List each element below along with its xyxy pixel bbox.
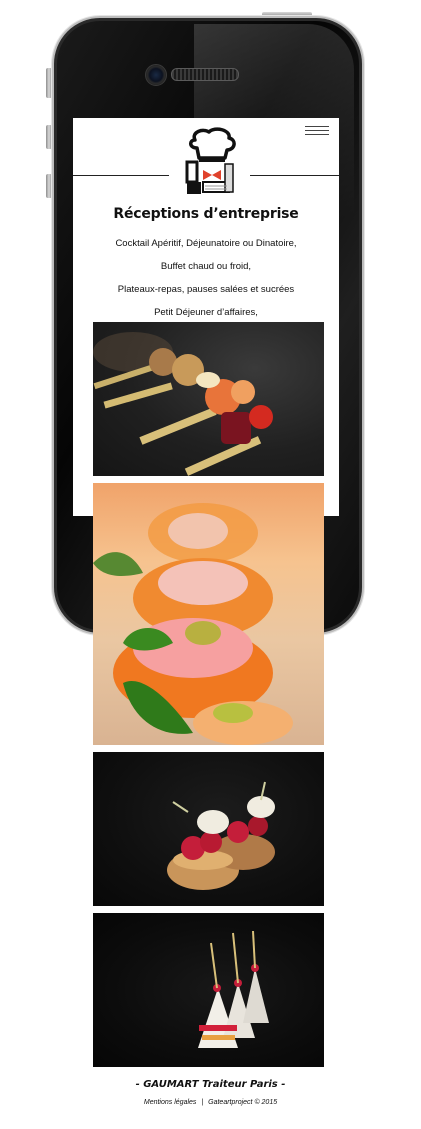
footer-separator: | <box>201 1099 204 1106</box>
raspberry-pastry-photo <box>93 752 324 906</box>
service-item-cocktail: Cocktail Apéritif, Déjeunatoire ou Dinat… <box>115 238 297 249</box>
legal-notice-link[interactable]: Mentions légales <box>144 1099 197 1106</box>
footer-credit: Gateartproject © 2015 <box>208 1099 278 1106</box>
layered-dessert-photo <box>93 913 324 1067</box>
footer-links: Mentions légales | Gateartproject © 2015 <box>0 1099 421 1106</box>
phone-camera-icon <box>145 64 167 86</box>
header-divider-right <box>250 175 339 176</box>
page: Réceptions d’entreprise Cocktail Apériti… <box>0 0 421 1129</box>
phone-speaker-grille <box>171 68 239 81</box>
service-item-buffet: Buffet chaud ou froid, <box>160 261 252 272</box>
melon-prosciutto-photo <box>93 483 324 745</box>
page-title: Réceptions d’entreprise <box>113 206 299 222</box>
canape-skewers-photo <box>93 322 324 476</box>
chef-hat-logo-icon[interactable] <box>181 126 241 200</box>
footer-title: - GAUMART Traiteur Paris - <box>135 1079 286 1090</box>
header-divider-left <box>73 175 169 176</box>
service-item-petit-dejeuner: Petit Déjeuner d’affaires, <box>154 307 258 318</box>
service-item-plateaux: Plateaux-repas, pauses salées et sucrées <box>117 284 295 295</box>
hamburger-menu-icon[interactable] <box>305 126 329 137</box>
